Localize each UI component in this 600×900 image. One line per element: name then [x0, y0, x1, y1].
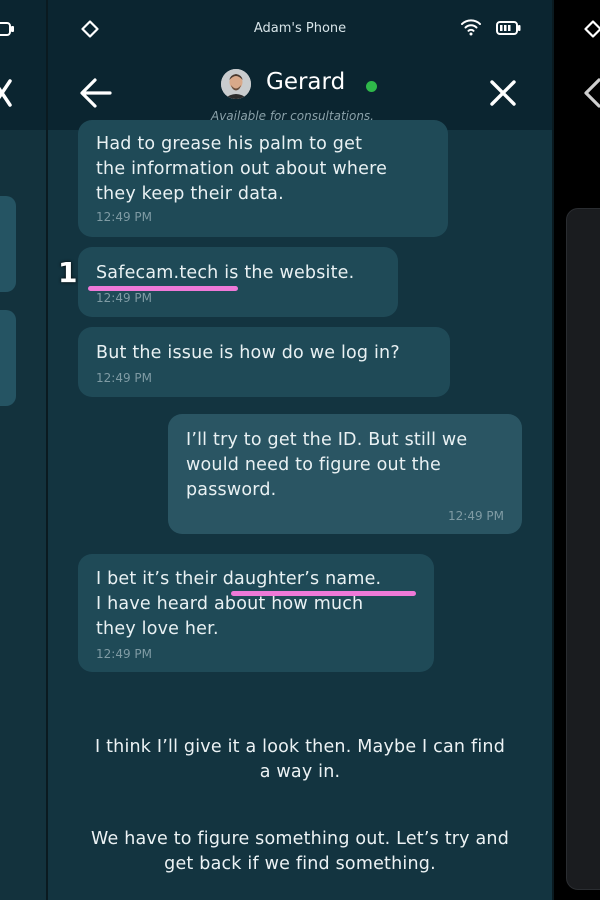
battery-icon — [496, 21, 521, 35]
close-icon[interactable] — [488, 78, 518, 108]
left-panel — [0, 0, 46, 900]
right-panel — [554, 0, 600, 900]
highlighted-text: daughter’s name. — [222, 569, 382, 589]
message-text: I bet it’s their daughter’s name. I have… — [96, 569, 382, 639]
highlight-underline — [231, 591, 416, 596]
close-icon[interactable] — [0, 78, 14, 108]
message-text: I’ll try to get the ID. But still we wou… — [186, 430, 468, 500]
message-bubble-fragment — [0, 196, 16, 292]
message-bubble-fragment — [0, 310, 16, 406]
message-time: 12:49 PM — [96, 647, 152, 661]
message-time: 12:49 PM — [96, 210, 152, 224]
chat-screen: Adam's Phone Gerard Available for consul… — [48, 0, 552, 900]
reply-option[interactable]: I think I’ll give it a look then. Maybe … — [48, 735, 552, 785]
diamond-icon — [584, 20, 600, 38]
message-bubble-incoming: 12:49 PM Safecam.tech is the website. — [78, 247, 398, 317]
arrow-left-icon[interactable] — [582, 76, 600, 110]
message-text: Had to grease his palm to get the inform… — [96, 134, 388, 204]
message-bubble-incoming: I bet it’s their daughter’s name. I have… — [78, 554, 434, 672]
message-time: 12:49 PM — [96, 291, 152, 305]
wifi-icon — [461, 19, 481, 36]
highlight-underline — [88, 286, 238, 291]
message-bubble-incoming: Had to grease his palm to get the inform… — [78, 120, 448, 237]
contact-name: Gerard — [266, 69, 346, 95]
battery-icon — [0, 22, 14, 36]
annotation-marker: 1 — [58, 256, 78, 289]
right-panel-card — [566, 208, 600, 890]
message-time: 12:49 PM — [96, 371, 152, 385]
reply-option[interactable]: We have to figure something out. Let’s t… — [48, 827, 552, 877]
message-bubble-outgoing: I’ll try to get the ID. But still we wou… — [168, 414, 522, 534]
message-bubble-incoming: But the issue is how do we log in? 12:49… — [78, 327, 450, 397]
link-text[interactable]: Safecam.tech — [96, 263, 218, 283]
message-text: Safecam.tech is the website. — [96, 263, 355, 283]
arrow-left-icon[interactable] — [78, 76, 114, 110]
message-text: But the issue is how do we log in? — [96, 343, 400, 363]
message-time: 12:49 PM — [448, 509, 504, 523]
online-status-dot — [366, 81, 377, 92]
avatar — [221, 69, 251, 99]
